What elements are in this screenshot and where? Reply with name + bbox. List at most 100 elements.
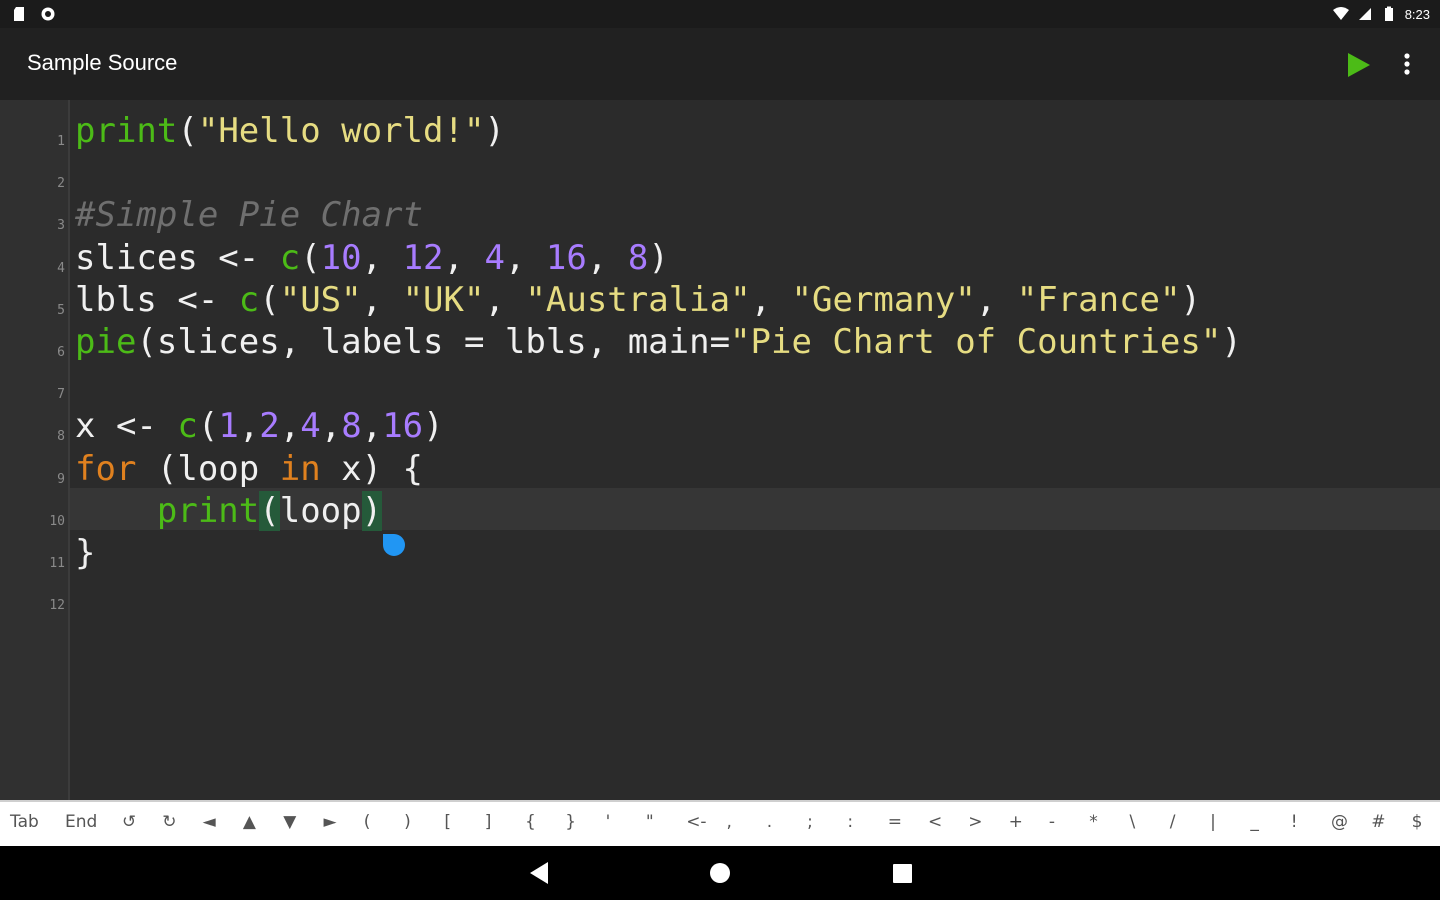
code-line[interactable] — [75, 152, 1242, 194]
code-line[interactable]: lbls <- c("US", "UK", "Australia", "Germ… — [75, 279, 1242, 321]
symbol-key[interactable]: > — [968, 812, 982, 832]
code-token: , — [361, 406, 383, 447]
line-number: 6 — [57, 345, 65, 360]
symbol-key[interactable]: " — [646, 812, 654, 832]
code-token: , — [586, 237, 628, 278]
symbol-key[interactable]: | — [1210, 812, 1216, 832]
symbol-key[interactable]: ' — [606, 812, 611, 832]
symbol-key[interactable]: , — [727, 812, 732, 832]
sd-card-icon — [14, 7, 24, 21]
code-token: print — [75, 111, 178, 151]
code-token: ( — [197, 406, 219, 447]
symbol-key[interactable]: * — [1089, 812, 1098, 832]
symbol-key[interactable]: [ — [444, 812, 451, 832]
symbol-key[interactable]: ◄ — [203, 812, 216, 832]
code-token: in — [279, 448, 321, 489]
code-token: pie — [75, 321, 137, 362]
code-line[interactable]: } — [75, 532, 1242, 574]
code-token: #Simple Pie Chart — [75, 195, 423, 236]
code-editor[interactable]: 1 2 3 4 5 6 7 8 9 10 11 12 print("Hello world!") #S… — [0, 100, 1440, 800]
symbol-key[interactable]: @ — [1331, 812, 1348, 832]
code-token: "France" — [1016, 279, 1181, 320]
code-token: ( — [259, 279, 280, 320]
symbol-key[interactable]: ) — [404, 812, 411, 832]
symbol-key[interactable]: - — [1049, 812, 1055, 832]
symbol-key[interactable]: + — [1009, 812, 1023, 832]
line-number: 2 — [57, 176, 65, 192]
text-cursor-handle[interactable] — [383, 534, 405, 556]
symbol-key[interactable]: { — [525, 812, 536, 832]
code-token: 16 — [545, 237, 587, 278]
symbol-key[interactable]: < — [928, 812, 942, 832]
symbol-key[interactable]: <- — [686, 812, 706, 832]
symbol-key[interactable]: \ — [1130, 812, 1136, 832]
symbol-key[interactable]: ; — [807, 812, 813, 832]
symbol-key[interactable]: ] — [485, 812, 492, 832]
symbol-key[interactable]: } — [565, 812, 576, 832]
code-line[interactable]: x <- c(1,2,4,8,16) — [75, 405, 1242, 447]
wifi-icon — [1332, 7, 1349, 20]
code-token: , — [504, 237, 546, 278]
line-number: 10 — [49, 513, 65, 529]
code-token: c — [279, 237, 301, 278]
more-vert-icon[interactable] — [1396, 50, 1418, 80]
symbol-key[interactable]: _ — [1250, 812, 1259, 832]
code-token: print — [156, 490, 260, 531]
code-token: "Germany" — [791, 279, 976, 320]
status-bar: 8:23 — [0, 0, 1440, 28]
code-token: , — [750, 279, 792, 320]
symbol-key[interactable]: ▲ — [243, 812, 256, 832]
battery-icon — [1384, 6, 1393, 21]
status-time: 8:23 — [1404, 6, 1430, 22]
line-number: 1 — [57, 134, 65, 149]
code-line[interactable] — [75, 574, 1242, 616]
recents-icon[interactable] — [893, 864, 912, 883]
code-token: (slices, labels = lbls, main= — [136, 321, 731, 362]
symbol-key[interactable]: ! — [1291, 812, 1298, 832]
code-token: ) — [1180, 279, 1201, 320]
symbol-key[interactable]: . — [767, 812, 772, 832]
line-number: 12 — [49, 598, 65, 614]
symbol-key-bar: Tab End ↺ ↻ ◄ ▲ ▼ ► () [] {} ' " <-,.;: = < > + - * \ / | _! @ # $ — [0, 800, 1440, 848]
symbol-key[interactable]: $ — [1412, 812, 1423, 832]
symbol-key[interactable]: ↻ — [162, 812, 176, 832]
code-line[interactable]: #Simple Pie Chart — [75, 194, 1242, 236]
code-token: lbls <- — [75, 279, 239, 320]
home-icon[interactable] — [709, 862, 731, 884]
play-icon[interactable] — [1343, 50, 1373, 80]
code-token: c — [177, 406, 198, 447]
code-token: slices <- — [75, 237, 280, 278]
symbol-key[interactable]: ► — [324, 812, 337, 832]
code-token: "US" — [279, 279, 362, 320]
symbol-key[interactable]: ▼ — [283, 812, 296, 832]
symbol-key[interactable]: ↺ — [122, 812, 136, 832]
symbol-key[interactable]: End — [65, 812, 97, 832]
symbol-key[interactable]: : — [847, 812, 853, 832]
code-token: , — [361, 279, 403, 320]
code-token: , — [361, 237, 403, 278]
app-title: Sample Source — [27, 50, 178, 75]
symbol-key[interactable]: = — [888, 812, 902, 832]
code-line[interactable]: for (loop in x) { — [75, 448, 1242, 490]
back-icon[interactable] — [528, 860, 550, 886]
code-token: for — [75, 448, 137, 489]
cellular-icon — [1358, 8, 1371, 20]
code-line[interactable]: print(loop) — [75, 490, 1242, 532]
code-token: ) — [423, 406, 444, 447]
line-number: 7 — [57, 387, 65, 403]
code-token: x) { — [320, 448, 424, 489]
code-text[interactable]: print("Hello world!") #Simple Pie Chart s… — [75, 110, 1242, 616]
symbol-key[interactable]: / — [1170, 812, 1176, 832]
code-line[interactable]: slices <- c(10, 12, 4, 16, 8) — [75, 237, 1242, 279]
code-token: , — [320, 406, 342, 447]
code-token: 4 — [300, 406, 321, 447]
code-token: , — [484, 279, 526, 320]
code-token: loop — [279, 490, 362, 531]
code-line[interactable] — [75, 363, 1242, 405]
code-line[interactable]: print("Hello world!") — [75, 110, 1242, 152]
symbol-key[interactable]: ( — [364, 812, 371, 832]
symbol-key[interactable]: # — [1371, 812, 1385, 832]
symbol-key[interactable]: Tab — [10, 812, 39, 832]
code-line[interactable]: pie(slices, labels = lbls, main="Pie Cha… — [75, 321, 1242, 363]
